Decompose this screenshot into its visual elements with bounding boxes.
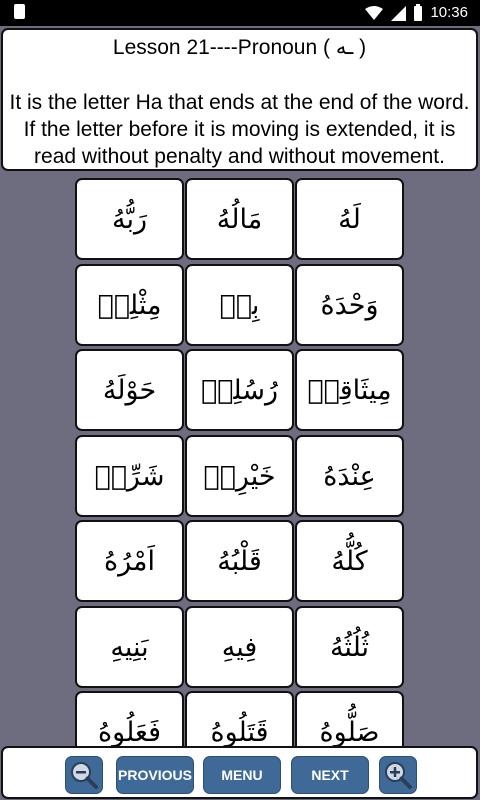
zoom-out-button[interactable]	[65, 756, 103, 794]
word-card[interactable]: شَرِّهٖ	[75, 435, 184, 517]
word-card[interactable]: لَهُ	[295, 178, 404, 260]
word-text: مِيثَاقِهٖ	[307, 374, 392, 406]
word-text: ثُلُثُهُ	[329, 631, 370, 663]
status-bar: 10:36	[0, 0, 480, 26]
word-text: صَلُّوهُ	[319, 716, 380, 747]
word-text: اَمْرُهُ	[103, 545, 155, 577]
word-text: فِيهِ	[221, 631, 258, 663]
cell-signal-icon	[391, 5, 407, 21]
word-text: قَتَلُوهُ	[210, 716, 269, 747]
word-card[interactable]: وَحْدَهُ	[295, 264, 404, 346]
word-card[interactable]: خَيْرِهٖ	[185, 435, 294, 517]
word-text: حَوْلَهُ	[102, 374, 157, 406]
word-card[interactable]: صَلُّوهُ	[295, 691, 404, 746]
zoom-in-button[interactable]	[379, 756, 417, 794]
battery-icon	[414, 3, 423, 21]
word-card[interactable]: كُلُّهُ	[295, 520, 404, 602]
word-grid: رَبُّهُ مَالُهُ لَهُ مِثْلِهٖ بِهٖ وَحْدَهُ حَ…	[75, 178, 406, 746]
wifi-icon	[365, 5, 384, 20]
word-text: رُسُلِهٖ	[200, 374, 278, 406]
menu-button[interactable]: MENU	[203, 756, 281, 794]
lesson-title: Lesson 21----Pronoun ( ـه )	[112, 36, 367, 59]
word-text: كُلُّهُ	[331, 545, 368, 577]
status-time: 10:36	[430, 4, 468, 21]
word-card[interactable]: قَتَلُوهُ	[185, 691, 294, 746]
word-text: قَلْبُهُ	[217, 545, 262, 577]
word-card[interactable]: مَالُهُ	[185, 178, 294, 260]
word-card[interactable]: فَعَلُوهُ	[75, 691, 184, 746]
word-text: شَرِّهٖ	[94, 460, 165, 492]
word-text: خَيْرِهٖ	[203, 460, 276, 492]
word-text: مِثْلِهٖ	[97, 289, 162, 321]
status-left	[14, 4, 25, 23]
word-text: وَحْدَهُ	[320, 289, 379, 321]
word-card[interactable]: قَلْبُهُ	[185, 520, 294, 602]
word-text: لَهُ	[338, 203, 361, 235]
word-card[interactable]: مِيثَاقِهٖ	[295, 349, 404, 431]
zoom-out-icon	[71, 762, 98, 789]
word-card[interactable]: فِيهِ	[185, 606, 294, 688]
previous-button[interactable]: PROVIOUS	[116, 756, 194, 794]
lesson-header-card: Lesson 21----Pronoun ( ـه ) It is the le…	[1, 28, 478, 171]
word-card[interactable]: بَنِيهِ	[75, 606, 184, 688]
status-right: 10:36	[365, 3, 468, 23]
zoom-in-icon	[385, 762, 412, 789]
word-text: رَبُّهُ	[111, 203, 148, 235]
word-card[interactable]: حَوْلَهُ	[75, 349, 184, 431]
word-text: مَالُهُ	[216, 203, 263, 235]
word-text: بِهٖ	[219, 289, 260, 321]
lesson-description: It is the letter Ha that ends at the end…	[9, 91, 470, 168]
bottom-nav-bar: PROVIOUS MENU NEXT	[1, 746, 478, 799]
word-card[interactable]: ثُلُثُهُ	[295, 606, 404, 688]
next-button[interactable]: NEXT	[291, 756, 369, 794]
word-text: بَنِيهِ	[110, 631, 149, 663]
word-card[interactable]: رَبُّهُ	[75, 178, 184, 260]
word-card[interactable]: مِثْلِهٖ	[75, 264, 184, 346]
word-text: عِنْدَهُ	[323, 460, 376, 492]
sim-card-icon	[14, 4, 25, 19]
word-text: فَعَلُوهُ	[98, 716, 161, 747]
word-card[interactable]: عِنْدَهُ	[295, 435, 404, 517]
word-card[interactable]: بِهٖ	[185, 264, 294, 346]
word-card[interactable]: رُسُلِهٖ	[185, 349, 294, 431]
word-card[interactable]: اَمْرُهُ	[75, 520, 184, 602]
